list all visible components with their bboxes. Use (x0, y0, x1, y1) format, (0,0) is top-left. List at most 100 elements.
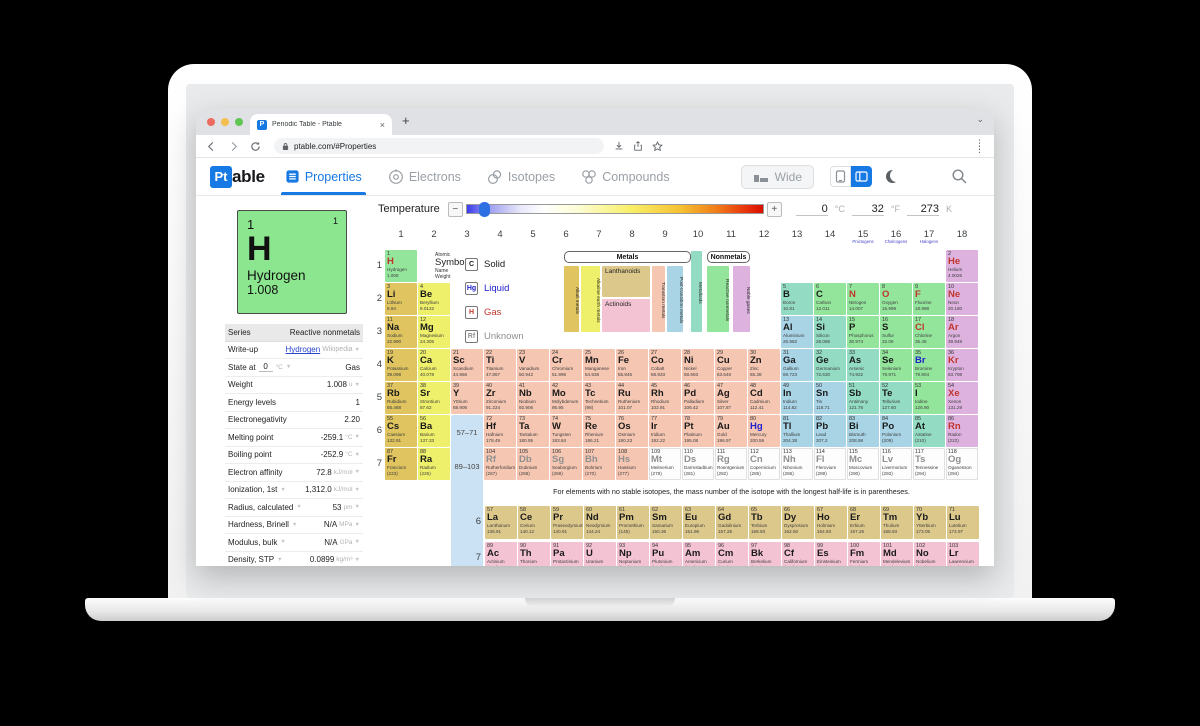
element-cell-Bh[interactable]: 107BhBohrium(270) (583, 448, 615, 480)
element-cell-Ge[interactable]: 32GeGermanium72.630 (814, 349, 846, 381)
element-cell-H[interactable]: 1HHydrogen1.008 (385, 250, 417, 282)
property-row-energy-levels[interactable]: Energy levels1 (225, 394, 363, 412)
state-temp-input[interactable]: 0 (259, 362, 273, 372)
chevron-down-icon[interactable]: ▼ (355, 539, 360, 545)
close-window-button[interactable] (207, 118, 215, 126)
temperature-plus-button[interactable]: + (767, 202, 782, 217)
element-cell-W[interactable]: 74WTungsten183.84 (550, 415, 582, 447)
search-icon[interactable] (951, 168, 968, 185)
element-cell-Au[interactable]: 79AuGold196.97 (715, 415, 747, 447)
element-cell-Og[interactable]: 118OgOganesson(294) (946, 448, 978, 480)
tab-electrons[interactable]: Electrons (388, 158, 461, 195)
browser-menu-icon[interactable]: ⋮⋮⋮ (975, 142, 984, 151)
chevron-down-icon[interactable]: ▼ (355, 452, 360, 458)
element-cell-Po[interactable]: 84PoPolonium(209) (880, 415, 912, 447)
element-cell-Cl[interactable]: 17ClChlorine35.45 (913, 316, 945, 348)
category-strip-transition[interactable]: Transition metals (652, 266, 665, 332)
element-cell-Hs[interactable]: 108HsHassium(277) (616, 448, 648, 480)
chevron-down-icon[interactable]: ▼ (286, 364, 291, 370)
property-row-weight[interactable]: Weight1.008u▼ (225, 377, 363, 395)
element-cell-Sg[interactable]: 106SgSeaborgium(269) (550, 448, 582, 480)
element-cell-Am[interactable]: 95AmAmericium(243) (683, 542, 715, 566)
chevron-down-icon[interactable]: ▼ (355, 557, 360, 563)
single-pane-button[interactable] (830, 166, 851, 187)
element-cell-Cf[interactable]: 98CfCalifornium(251) (782, 542, 814, 566)
element-cell-Zn[interactable]: 30ZnZinc65.38 (748, 349, 780, 381)
category-strip-metalloid[interactable]: Metalloids (691, 251, 702, 332)
element-cell-Nb[interactable]: 41NbNiobium92.906 (517, 382, 549, 414)
temperature-minus-button[interactable]: − (448, 202, 463, 217)
element-cell-U[interactable]: 92UUranium238.03 (584, 542, 616, 566)
element-cell-Fm[interactable]: 100FmFermium(257) (848, 542, 880, 566)
element-cell-Rb[interactable]: 37RbRubidium85.468 (385, 382, 417, 414)
element-cell-Zr[interactable]: 40ZrZirconium91.224 (484, 382, 516, 414)
element-cell-Ti[interactable]: 22TiTitanium47.867 (484, 349, 516, 381)
element-cell-Ne[interactable]: 10NeNeon20.180 (946, 283, 978, 315)
tab-properties[interactable]: Properties (285, 158, 362, 195)
element-cell-Np[interactable]: 93NpNeptunium(237) (617, 542, 649, 566)
element-cell-Pd[interactable]: 46PdPalladium106.42 (682, 382, 714, 414)
element-cell-Os[interactable]: 76OsOsmium190.23 (616, 415, 648, 447)
element-cell-Hg[interactable]: 80HgMercury200.59 (748, 415, 780, 447)
element-cell-Rf[interactable]: 104RfRutherfordium(267) (484, 448, 516, 480)
celsius-input[interactable]: 0 (796, 203, 828, 216)
element-cell-Mc[interactable]: 115McMoscovium(290) (847, 448, 879, 480)
element-cell-Ni[interactable]: 28NiNickel58.693 (682, 349, 714, 381)
element-cell-Db[interactable]: 105DbDubnium(268) (517, 448, 549, 480)
chevron-down-icon[interactable]: ▼ (355, 434, 360, 440)
element-cell-Pu[interactable]: 94PuPlutonium(244) (650, 542, 682, 566)
browser-tab[interactable]: P Periodic Table - Ptable × (250, 114, 392, 135)
element-cell-Pt[interactable]: 78PtPlatinum195.08 (682, 415, 714, 447)
element-cell-Cn[interactable]: 112CnCopernicium(285) (748, 448, 780, 480)
chevron-down-icon[interactable]: ▼ (355, 522, 360, 528)
property-row-boiling-point[interactable]: Boiling point-252.9°C▼ (225, 447, 363, 465)
ptable-logo[interactable]: Pt able (210, 166, 265, 188)
element-cell-S[interactable]: 16SSulfur32.06 (880, 316, 912, 348)
property-row-electron-affinity[interactable]: Electron affinity72.8kJ/mol▼ (225, 464, 363, 482)
element-cell-In[interactable]: 49InIndium114.82 (781, 382, 813, 414)
back-icon[interactable] (206, 141, 217, 152)
element-cell-P[interactable]: 15PPhosphorus30.974 (847, 316, 879, 348)
element-cell-Cu[interactable]: 29CuCopper63.546 (715, 349, 747, 381)
element-cell-Tb[interactable]: 65TbTerbium158.93 (749, 506, 781, 539)
element-cell-Sc[interactable]: 21ScScandium44.956 (451, 349, 483, 381)
tabstrip-chevron-icon[interactable]: ⌄ (976, 114, 984, 125)
category-strip-alkali[interactable]: Alkali metals (564, 266, 579, 332)
download-icon[interactable] (614, 141, 624, 151)
element-cell-Ta[interactable]: 73TaTantalum180.95 (517, 415, 549, 447)
element-cell-Tl[interactable]: 81TlThallium204.38 (781, 415, 813, 447)
element-cell-Li[interactable]: 3LiLithium6.94 (385, 283, 417, 315)
element-cell-Fe[interactable]: 26FeIron55.845 (616, 349, 648, 381)
kelvin-input[interactable]: 273 (907, 203, 939, 216)
element-cell-Rh[interactable]: 45RhRhodium102.91 (649, 382, 681, 414)
chevron-down-icon[interactable]: ▼ (355, 504, 360, 510)
element-cell-Mt[interactable]: 109MtMeitnerium(278) (649, 448, 681, 480)
element-cell-Se[interactable]: 34SeSelenium78.971 (880, 349, 912, 381)
element-cell-K[interactable]: 19KPotassium39.098 (385, 349, 417, 381)
element-cell-Lu[interactable]: 71LuLutetium174.97 (947, 506, 979, 539)
element-cell-He[interactable]: 2HeHelium4.0026 (946, 250, 978, 282)
element-cell-Lr[interactable]: 103LrLawrencium(266) (947, 542, 979, 566)
minimize-window-button[interactable] (221, 118, 229, 126)
property-row-state-at[interactable]: State at0°C▼Gas (225, 359, 363, 377)
writeup-link[interactable]: Hydrogen (286, 345, 321, 354)
element-cell-Fr[interactable]: 87FrFrancium(223) (385, 448, 417, 480)
category-strip-actinoids[interactable]: Actinoids (602, 299, 650, 332)
element-cell-Pa[interactable]: 91PaProtactinium231.04 (551, 542, 583, 566)
property-row-write-up[interactable]: Write-upHydrogenWikipedia▼ (225, 342, 363, 360)
chevron-down-icon[interactable]: ▼ (280, 539, 285, 545)
element-cell-Hf[interactable]: 72HfHafnium178.49 (484, 415, 516, 447)
element-cell-Ba[interactable]: 56BaBarium137.33 (418, 415, 450, 447)
element-cell-Bk[interactable]: 97BkBerkelium(247) (749, 542, 781, 566)
property-row-electronegativity[interactable]: Electronegativity2.20 (225, 412, 363, 430)
property-row-density-stp[interactable]: Density, STP▼0.0899kg/m³▼ (225, 552, 363, 567)
element-cell-Pr[interactable]: 59PrPraseodymium140.91 (551, 506, 583, 539)
element-cell-Ce[interactable]: 58CeCerium140.12 (518, 506, 550, 539)
temperature-slider[interactable] (466, 204, 764, 214)
element-cell-Al[interactable]: 13AlAluminium26.982 (781, 316, 813, 348)
element-cell-N[interactable]: 7NNitrogen14.007 (847, 283, 879, 315)
new-tab-button[interactable]: + (402, 113, 410, 128)
element-cell-Ac[interactable]: 89AcActinium(227) (485, 542, 517, 566)
element-cell-Sb[interactable]: 51SbAntimony121.76 (847, 382, 879, 414)
element-cell-O[interactable]: 8OOxygen15.999 (880, 283, 912, 315)
